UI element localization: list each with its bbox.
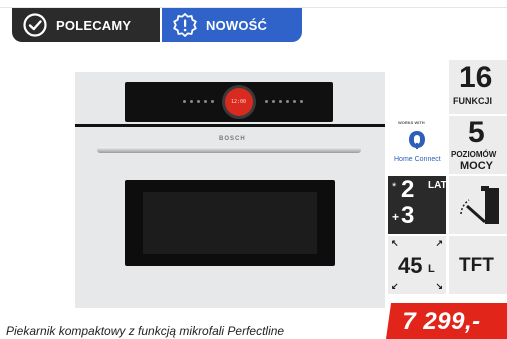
checkmark-circle-icon (22, 12, 48, 38)
door-open-icon (460, 186, 499, 224)
warranty-first: 2 (401, 176, 415, 203)
capacity-number: 45 (398, 253, 423, 278)
functions-number: 16 (459, 61, 493, 94)
price-value: 7 299,- (402, 308, 481, 335)
oven-control-panel: 12:00 (125, 82, 333, 122)
expand-arrow-bl-icon: ↙ (391, 281, 399, 291)
feature-home-connect: WORKS WITH Home Connect (388, 116, 446, 174)
capacity-unit: L (428, 263, 435, 275)
feature-door (449, 176, 507, 234)
warranty-second: 3 (401, 202, 415, 229)
product-image-oven[interactable]: 12:00 BOSCH (75, 72, 385, 308)
functions-label: FUNKCJI (453, 96, 493, 106)
power-levels-number: 5 (468, 116, 485, 149)
warranty-plus: + (392, 210, 400, 224)
expand-arrow-tl-icon: ↖ (391, 238, 399, 248)
feature-warranty: * 2 + 3 LATA (388, 176, 454, 234)
feature-capacity: ↖ ↗ ↙ ↘ 45 L (388, 236, 446, 294)
home-connect-works-with: WORKS WITH (398, 120, 425, 125)
power-levels-label-1: POZIOMÓW (451, 150, 497, 159)
price-tag[interactable]: 7 299,- (386, 303, 507, 339)
power-levels-label-2: MOCY (460, 160, 493, 172)
feature-display: TFT (449, 236, 507, 294)
expand-arrow-tr-icon: ↗ (435, 238, 443, 248)
product-title[interactable]: Piekarnik kompaktowy z funkcją mikrofali… (6, 324, 284, 338)
oven-brand-logo: BOSCH (219, 136, 246, 142)
display-label: TFT (459, 255, 494, 276)
oven-band (75, 124, 385, 127)
home-connect-label: Home Connect (394, 156, 441, 163)
badge-nowosc: NOWOŚĆ (162, 8, 302, 42)
feature-power-levels: 5 POZIOMÓW MOCY (449, 116, 507, 174)
oven-control-knob: 12:00 (225, 88, 253, 116)
warranty-star: * (392, 181, 397, 193)
home-connect-icon (409, 131, 425, 149)
oven-handle (97, 147, 361, 153)
oven-door-window (125, 180, 335, 266)
exclamation-badge-icon (172, 12, 198, 38)
badge-polecamy-label: POLECAMY (56, 17, 132, 33)
oven-touch-controls-right (265, 100, 315, 104)
expand-arrow-br-icon: ↘ (435, 281, 443, 291)
oven-touch-controls-left (183, 100, 223, 104)
feature-functions: 16 FUNKCJI (449, 60, 507, 114)
oven-window-inner (143, 192, 317, 254)
badge-polecamy: POLECAMY (12, 8, 160, 42)
badge-nowosc-label: NOWOŚĆ (206, 17, 268, 33)
warranty-word: LATA (428, 180, 454, 191)
